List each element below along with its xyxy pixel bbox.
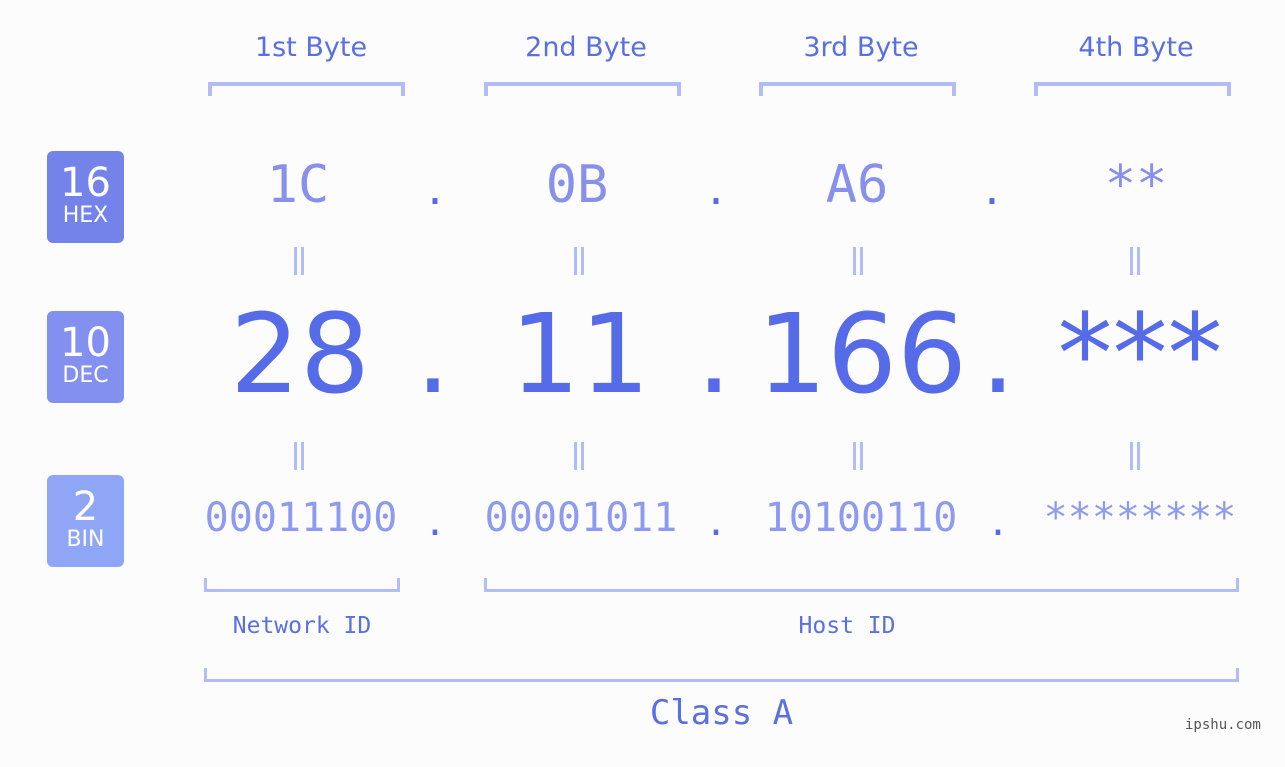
host-id-label: Host ID (798, 613, 896, 639)
dec-badge-base: 10 (60, 320, 111, 366)
byte-header-3: 3rd Byte (803, 32, 919, 63)
hex-separator-3: . (984, 160, 1000, 216)
class-label: Class A (649, 693, 794, 733)
bin-byte-1: 00011100 (204, 495, 398, 541)
byte-bracket-4 (1034, 82, 1231, 96)
equals-marker (572, 247, 586, 275)
class-bracket (204, 668, 1239, 682)
bin-separator-1: . (428, 495, 442, 546)
bin-byte-3: 10100110 (764, 495, 958, 541)
byte-header-4: 4th Byte (1078, 32, 1194, 63)
equals-marker (1128, 442, 1142, 470)
bin-byte-2: 00001011 (484, 495, 678, 541)
bin-badge-label: BIN (66, 527, 105, 552)
equals-marker (292, 247, 306, 275)
byte-bracket-3 (759, 82, 956, 96)
bin-separator-2: . (709, 495, 723, 546)
equals-marker (1128, 247, 1142, 275)
network-id-label: Network ID (232, 613, 372, 639)
hex-byte-2: 0B (545, 155, 609, 215)
equals-marker (851, 442, 865, 470)
dec-byte-3: 166 (757, 290, 967, 418)
byte-header-1: 1st Byte (254, 32, 368, 63)
bin-badge: 2 BIN (47, 475, 124, 567)
dec-byte-4: *** (1057, 290, 1223, 418)
byte-bracket-1 (208, 82, 405, 96)
equals-marker (851, 247, 865, 275)
dec-badge: 10 DEC (47, 311, 124, 403)
dec-byte-2: 11 (510, 290, 650, 418)
hex-byte-1: 1C (266, 155, 330, 215)
network-id-bracket (204, 578, 400, 592)
host-id-bracket (484, 578, 1239, 592)
equals-marker (292, 442, 306, 470)
bin-byte-4: ******** (1043, 495, 1237, 541)
dec-separator-1: . (415, 290, 451, 418)
watermark: ipshu.com (1185, 717, 1261, 733)
dec-badge-label: DEC (62, 363, 109, 388)
hex-separator-2: . (708, 160, 724, 216)
hex-badge-label: HEX (62, 203, 109, 228)
hex-byte-3: A6 (825, 155, 889, 215)
hex-badge: 16 HEX (47, 151, 124, 243)
hex-badge-base: 16 (60, 160, 111, 206)
bin-badge-base: 2 (72, 484, 99, 530)
dec-separator-3: . (980, 290, 1016, 418)
hex-byte-4: ** (1104, 155, 1168, 215)
dec-separator-2: . (696, 290, 732, 418)
dec-byte-1: 28 (230, 290, 370, 418)
byte-bracket-2 (484, 82, 681, 96)
equals-marker (572, 442, 586, 470)
byte-header-2: 2nd Byte (525, 32, 647, 63)
bin-separator-3: . (991, 495, 1005, 546)
hex-separator-1: . (427, 160, 443, 216)
